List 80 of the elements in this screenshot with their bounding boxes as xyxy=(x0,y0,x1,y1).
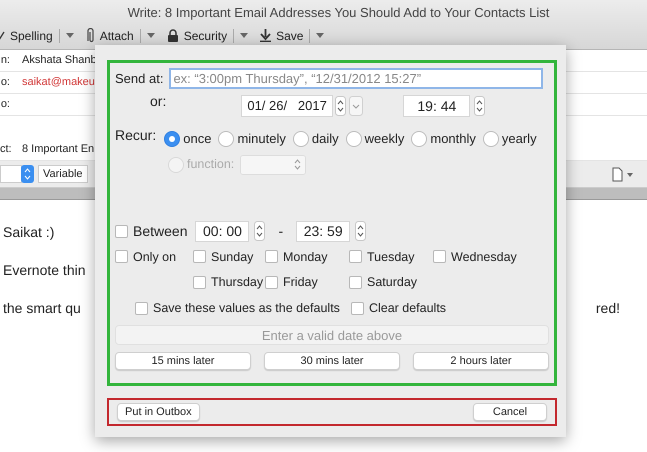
day-label: Wednesday xyxy=(451,248,517,266)
window-title: Write: 8 Important Email Addresses You Should Add to Your Contacts List xyxy=(126,4,550,22)
toolbar-button[interactable]: Attach xyxy=(86,26,134,44)
toolbar-button[interactable]: Security xyxy=(166,26,228,44)
field-value[interactable]: 8 Important En xyxy=(22,141,94,158)
checkbox[interactable] xyxy=(349,276,362,290)
radio-button[interactable] xyxy=(482,130,499,147)
body-text: the smart qu xyxy=(3,299,81,318)
checkbox[interactable] xyxy=(193,276,206,290)
checkbox[interactable] xyxy=(265,276,278,290)
format-select[interactable]: Variable xyxy=(38,165,88,183)
radio-button[interactable] xyxy=(346,130,362,147)
body-text: Evernote thin xyxy=(3,261,86,280)
checkbox[interactable] xyxy=(349,250,362,264)
cancel-button[interactable]: Cancel xyxy=(473,403,547,421)
stepper-icon[interactable] xyxy=(335,96,346,116)
checkbox[interactable] xyxy=(115,250,128,264)
checkbox[interactable] xyxy=(433,250,446,264)
paperclip-icon xyxy=(86,28,95,43)
or-label: or: xyxy=(150,92,166,110)
stepper-icon xyxy=(294,159,302,170)
clear-defaults-label: Clear defaults xyxy=(368,300,446,317)
checkbox[interactable] xyxy=(135,302,148,315)
checkbox[interactable] xyxy=(193,250,206,264)
radio-button[interactable] xyxy=(164,130,180,147)
recur-option: yearly xyxy=(502,129,537,148)
checkbox[interactable] xyxy=(350,302,364,315)
body-text: Saikat :) xyxy=(3,223,54,242)
recur-option: weekly xyxy=(364,129,404,148)
between-label: Between xyxy=(133,222,188,240)
quick-button[interactable]: 30 mins later xyxy=(264,352,400,370)
recur-option: daily xyxy=(312,129,339,148)
stepper-icon[interactable] xyxy=(355,221,366,241)
download-icon xyxy=(260,29,272,42)
time-field[interactable]: 19: 44 xyxy=(403,95,470,117)
send-at-field[interactable]: ex: “3:00pm Thursday”, “12/31/2012 15:27” xyxy=(169,68,544,89)
recur-label: Recur: xyxy=(115,126,156,146)
function-label: function: xyxy=(187,156,234,174)
day-label: Monday xyxy=(283,248,328,266)
radio-button[interactable] xyxy=(218,130,234,147)
recur-option: minutely xyxy=(237,129,286,148)
stepper-icon[interactable] xyxy=(254,221,266,241)
toolbar-button[interactable]: Save xyxy=(260,26,304,44)
field-label: o: xyxy=(0,75,10,90)
checkbox[interactable] xyxy=(265,250,278,264)
radio-button[interactable] xyxy=(292,130,309,147)
caret-icon[interactable] xyxy=(66,33,74,38)
start-time-field[interactable]: 00: 00 xyxy=(195,220,250,242)
body-text: red! xyxy=(596,299,620,318)
day-label: Tuesday xyxy=(367,248,414,266)
end-time-field[interactable]: 23: 59 xyxy=(296,220,350,242)
stepper-icon[interactable] xyxy=(21,165,34,183)
recur-option: once xyxy=(183,129,212,148)
day-label: Sunday xyxy=(211,248,254,266)
field-label: n: xyxy=(0,53,10,68)
dash: - xyxy=(278,222,284,240)
quick-button[interactable]: 15 mins later xyxy=(115,352,251,370)
quick-button[interactable]: 2 hours later xyxy=(413,352,549,370)
caret-icon[interactable] xyxy=(316,33,324,38)
radio-button[interactable] xyxy=(411,130,428,147)
day-label: Friday xyxy=(283,274,318,292)
recur-option: monthly xyxy=(430,129,476,148)
function-select[interactable] xyxy=(240,154,306,174)
toolbar-button[interactable]: Spelling xyxy=(0,26,53,44)
send-at-label: Send at: xyxy=(115,70,164,88)
field-value[interactable]: saikat@makeu xyxy=(22,74,95,91)
field-label: ct: xyxy=(0,142,10,158)
stepper-icon[interactable] xyxy=(474,96,486,116)
day-label: Thursday xyxy=(211,274,264,292)
lock-icon xyxy=(166,29,179,42)
save-defaults-label: Save these values as the defaults xyxy=(153,300,340,317)
checkbox[interactable] xyxy=(115,224,128,238)
font-field[interactable] xyxy=(0,165,22,183)
field-label: o: xyxy=(0,97,10,112)
outbox-button[interactable]: Put in Outbox xyxy=(117,403,200,421)
caret-icon[interactable] xyxy=(240,33,248,38)
date-field[interactable]: 01/ 26/ 2017 xyxy=(241,95,334,117)
day-label: Saturday xyxy=(367,274,418,292)
caret-icon[interactable] xyxy=(146,33,155,38)
only-on-label: Only on xyxy=(133,248,176,266)
